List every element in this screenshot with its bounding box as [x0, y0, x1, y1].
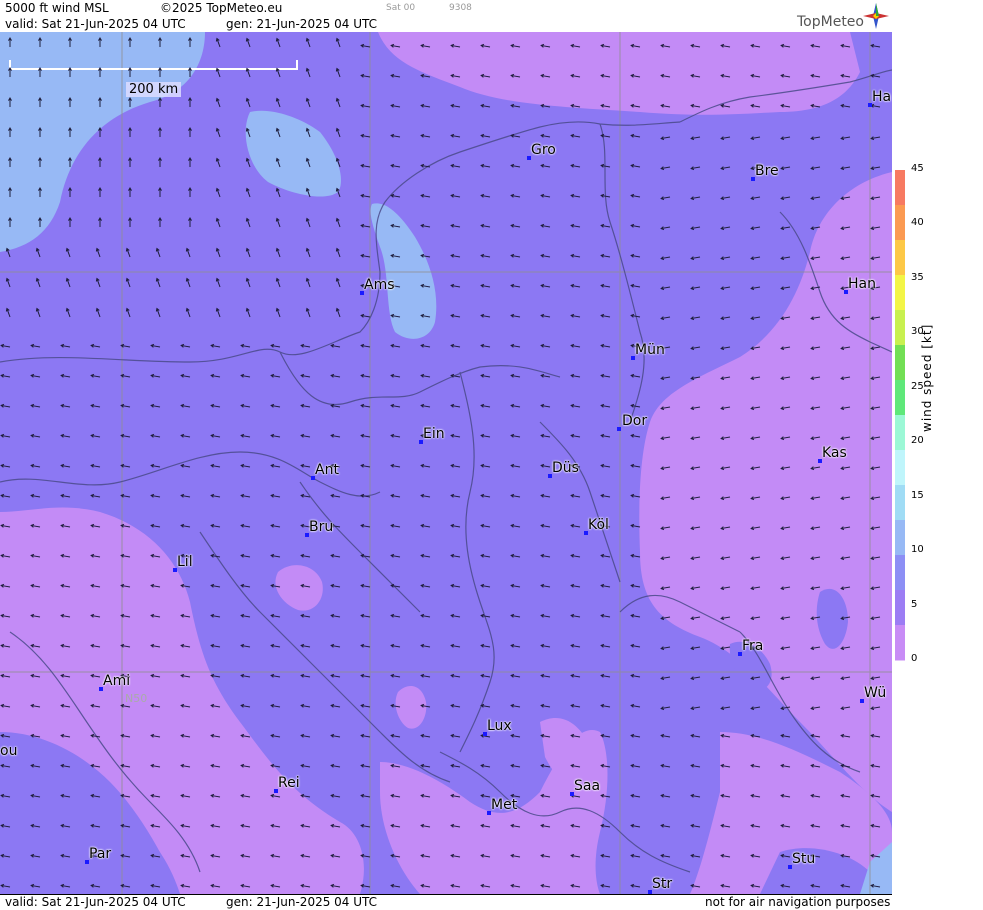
legend-color-band	[895, 275, 905, 311]
city-label-fra: Fra	[742, 638, 764, 654]
city-label-met: Met	[491, 797, 518, 813]
city-label-dor: Dor	[622, 413, 648, 429]
city-label-rei: Rei	[278, 775, 300, 791]
legend-tick-label: 5	[911, 598, 918, 610]
city-label-kol: Köl	[588, 517, 609, 533]
city-label-han: Han	[848, 276, 876, 292]
wind-field-svg	[0, 32, 892, 894]
legend-color-band	[895, 240, 905, 276]
city-dot-dor	[617, 427, 621, 431]
city-label-bre: Bre	[755, 163, 779, 179]
legend-title: wind speed [kt]	[920, 323, 934, 432]
wind-speed-legend: 45 40 35 30 25 20 15 10 5 0	[893, 0, 983, 909]
legend-color-band	[895, 205, 905, 241]
legend-color-band	[895, 380, 905, 416]
legend-tick-label: 35	[911, 271, 924, 283]
legend-tick-label: 0	[911, 653, 918, 664]
city-label-bru: Bru	[309, 519, 334, 535]
legend-color-band	[895, 310, 905, 346]
city-label-mun: Mün	[635, 342, 665, 358]
city-label-lux: Lux	[487, 718, 512, 734]
generated-time: gen: 21-Jun-2025 04 UTC	[226, 17, 378, 31]
footer-bar: valid: Sat 21-Jun-2025 04 UTC gen: 21-Ju…	[0, 894, 892, 910]
copyright: ©2025 TopMeteo.eu	[160, 1, 283, 15]
city-label-par: Par	[89, 846, 112, 862]
legend-color-band	[895, 450, 905, 486]
city-label-ami: Ami	[103, 673, 131, 689]
footer-generated-time: gen: 21-Jun-2025 04 UTC	[226, 895, 378, 909]
valid-time: valid: Sat 21-Jun-2025 04 UTC	[5, 17, 186, 31]
legend-tick-label: 40	[911, 217, 924, 229]
map-title: 5000 ft wind MSL	[5, 1, 109, 15]
slot-label: Sat 00	[386, 3, 416, 13]
footer-valid-time: valid: Sat 21-Jun-2025 04 UTC	[5, 895, 186, 909]
compass-logo-icon	[863, 3, 889, 29]
legend-tick-label: 10	[911, 544, 924, 556]
latitude-label: N50	[125, 692, 148, 705]
legend-color-band	[895, 170, 905, 206]
legend-color-band	[895, 415, 905, 451]
scale-bar-label: 200 km	[126, 82, 182, 97]
city-label-ams: Ams	[364, 277, 395, 293]
brand-logo-text: TopMeteo	[797, 14, 864, 30]
city-label-lil: Lil	[177, 554, 193, 570]
city-label-kas: Kas	[822, 445, 847, 461]
footer-disclaimer: not for air navigation purposes	[705, 895, 891, 909]
legend-color-band	[895, 485, 905, 521]
legend-tick-label: 45	[911, 163, 924, 174]
legend-color-band	[895, 625, 905, 661]
header-row-2: valid: Sat 21-Jun-2025 04 UTC gen: 21-Ju…	[0, 16, 892, 32]
city-label-ein: Ein	[423, 426, 445, 442]
legend-tick-label: 15	[911, 489, 924, 501]
legend-color-band	[895, 520, 905, 556]
legend-colorbar	[895, 170, 905, 661]
city-label-bou: ou	[0, 743, 18, 759]
header-row-1: 5000 ft wind MSL ©2025 TopMeteo.eu Sat 0…	[0, 0, 892, 16]
legend-color-band	[895, 345, 905, 381]
city-label-wur: Wü	[864, 685, 887, 701]
legend-color-band	[895, 555, 905, 591]
code-label: 9308	[449, 3, 472, 13]
city-label-ant: Ant	[315, 462, 339, 478]
wind-map[interactable]: 200 km N50	[0, 32, 892, 894]
legend-tick-label: 20	[911, 435, 924, 447]
city-label-gro: Gro	[531, 142, 556, 158]
city-label-ha: Ha	[872, 89, 892, 105]
city-label-dus: Düs	[552, 460, 579, 476]
legend-color-band	[895, 590, 905, 626]
city-label-stu: Stu	[792, 851, 816, 867]
city-label-str: Str	[652, 876, 673, 892]
city-label-saa: Saa	[574, 778, 601, 794]
